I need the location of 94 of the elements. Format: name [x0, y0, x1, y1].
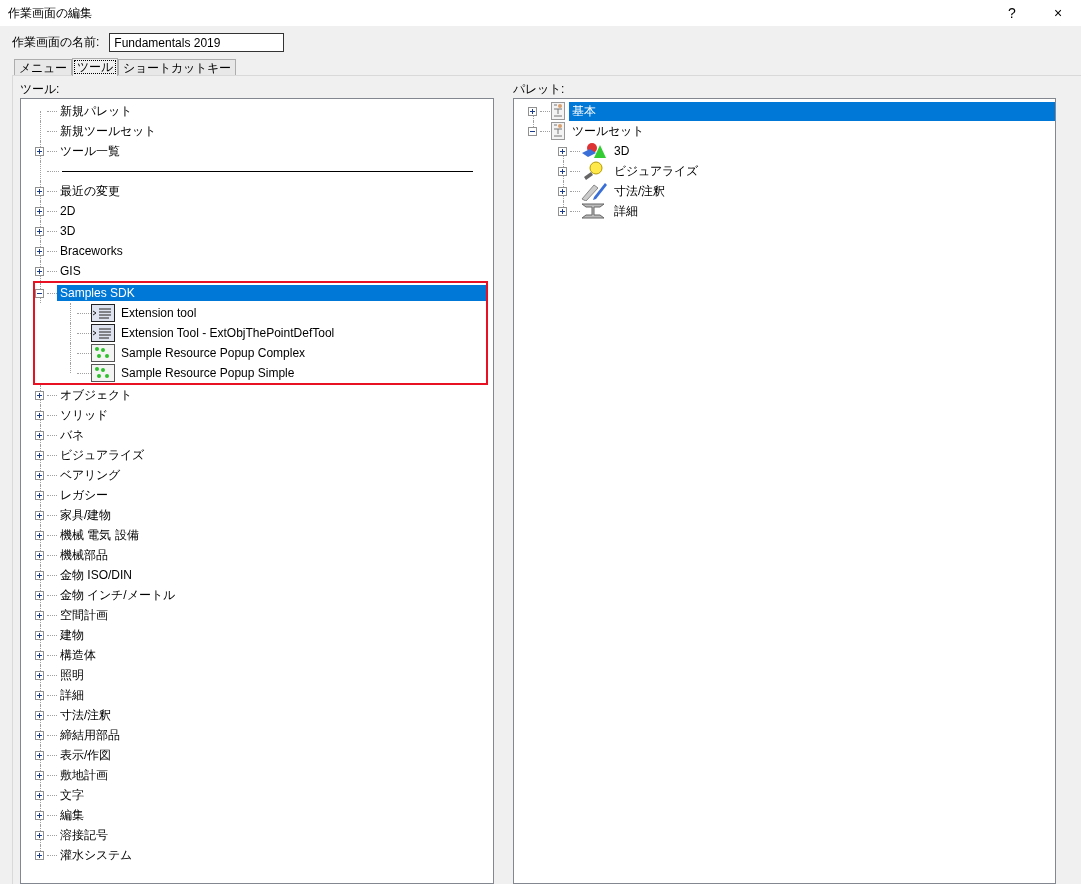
tree-item[interactable]: 編集 [57, 805, 87, 825]
pencil-ruler-icon [580, 181, 608, 201]
collapse-icon[interactable] [35, 288, 44, 298]
expand-icon[interactable] [35, 690, 44, 700]
tree-item[interactable]: Braceworks [57, 243, 126, 259]
tree-item[interactable]: ビジュアライズ [611, 161, 701, 181]
expand-icon[interactable] [35, 830, 44, 840]
tree-item[interactable]: Samples SDK [57, 285, 486, 301]
tab[interactable]: ショートカットキー [118, 59, 236, 75]
expand-icon[interactable] [35, 470, 44, 480]
tree-item[interactable]: 寸法/注釈 [57, 705, 115, 725]
tree-item[interactable]: Extension tool [118, 305, 200, 321]
tree-item[interactable]: 灌水システム [57, 845, 135, 865]
expand-icon[interactable] [35, 850, 44, 860]
name-field[interactable]: Fundamentals 2019 [109, 33, 285, 52]
tree-item[interactable]: ビジュアライズ [57, 445, 147, 465]
expand-icon[interactable] [558, 166, 567, 176]
tree-item[interactable]: 2D [57, 203, 79, 219]
expand-icon[interactable] [35, 186, 44, 196]
expand-icon[interactable] [558, 186, 567, 196]
expand-icon[interactable] [35, 390, 44, 400]
tree-item[interactable]: 締結用部品 [57, 725, 123, 745]
expand-icon[interactable] [35, 570, 44, 580]
tree-item[interactable]: 建物 [57, 625, 87, 645]
tree-item[interactable]: ソリッド [57, 405, 111, 425]
shapes-icon [580, 141, 608, 161]
expand-icon[interactable] [35, 550, 44, 560]
expand-icon[interactable] [35, 590, 44, 600]
tree-item[interactable]: 機械部品 [57, 545, 111, 565]
tree-item[interactable]: Sample Resource Popup Complex [118, 345, 309, 361]
tree-item[interactable]: 金物 ISO/DIN [57, 565, 135, 585]
expand-icon[interactable] [35, 610, 44, 620]
expand-icon[interactable] [35, 730, 44, 740]
expand-icon[interactable] [35, 206, 44, 216]
collapse-icon[interactable] [528, 126, 537, 136]
tab[interactable]: メニュー [14, 59, 72, 75]
tree-item[interactable]: 基本 [569, 101, 1055, 121]
tree-item[interactable]: Sample Resource Popup Simple [118, 365, 298, 381]
tab[interactable]: ツール [72, 58, 118, 76]
expand-icon[interactable] [35, 770, 44, 780]
expand-icon[interactable] [35, 670, 44, 680]
tree-item[interactable]: 金物 インチ/メートル [57, 585, 178, 605]
expand-icon[interactable] [35, 810, 44, 820]
tree-item[interactable]: 機械 電気 設備 [57, 525, 142, 545]
tree-item[interactable]: 詳細 [611, 201, 641, 221]
tree-item[interactable]: 3D [611, 143, 633, 159]
expand-icon[interactable] [528, 106, 537, 116]
tree-item[interactable]: 家具/建物 [57, 505, 115, 525]
tree-item[interactable]: ツール一覧 [57, 141, 123, 161]
tree-item[interactable]: 敷地計画 [57, 765, 111, 785]
panel-label: ツール: [20, 81, 61, 94]
expand-icon[interactable] [35, 510, 44, 520]
expand-icon[interactable] [558, 146, 567, 156]
expand-icon[interactable] [35, 226, 44, 236]
expand-icon[interactable] [35, 430, 44, 440]
expand-icon[interactable] [35, 450, 44, 460]
expand-icon[interactable] [35, 146, 44, 156]
expand-icon[interactable] [35, 246, 44, 256]
field-label: 作業画面の名前: [12, 34, 100, 51]
expand-icon[interactable] [35, 650, 44, 660]
expand-icon[interactable] [35, 490, 44, 500]
script-icon [91, 324, 115, 342]
expand-icon[interactable] [558, 206, 567, 216]
tree-item[interactable]: Extension Tool - ExtObjThePointDefTool [118, 325, 338, 341]
expand-icon[interactable] [35, 750, 44, 760]
script-icon [91, 304, 115, 322]
tree-item[interactable]: 溶接記号 [57, 825, 111, 845]
expand-icon[interactable] [35, 790, 44, 800]
panel-label: パレット: [513, 81, 566, 94]
tree-item[interactable]: 新規ツールセット [57, 121, 159, 141]
tree-item[interactable]: 文字 [57, 785, 87, 805]
expand-icon[interactable] [35, 266, 44, 276]
tree-item[interactable]: GIS [57, 263, 84, 279]
tree-item[interactable]: ツールセット [569, 121, 647, 141]
tree-item[interactable]: 最近の変更 [57, 181, 123, 201]
expand-icon[interactable] [35, 710, 44, 720]
dots-icon [91, 364, 115, 382]
tree-item[interactable]: 照明 [57, 665, 87, 685]
tree-item[interactable]: 空間計画 [57, 605, 111, 625]
tree-item[interactable]: バネ [57, 425, 87, 445]
expand-icon[interactable] [35, 630, 44, 640]
tree-item[interactable]: 3D [57, 223, 79, 239]
tree-item[interactable]: レガシー [57, 485, 111, 505]
window-title: 作業画面の編集 [8, 4, 93, 22]
dots-icon [91, 344, 115, 362]
tree-item[interactable]: 構造体 [57, 645, 99, 665]
tree-item[interactable]: 表示/作図 [57, 745, 115, 765]
tree-item[interactable]: オブジェクト [57, 385, 135, 405]
expand-icon[interactable] [35, 530, 44, 540]
tree-item[interactable]: 寸法/注釈 [611, 181, 669, 201]
tree-item[interactable]: 新規パレット [57, 101, 135, 121]
expand-icon[interactable] [35, 410, 44, 420]
tree-item[interactable]: ベアリング [57, 465, 123, 485]
tree-item[interactable]: 詳細 [57, 685, 87, 705]
